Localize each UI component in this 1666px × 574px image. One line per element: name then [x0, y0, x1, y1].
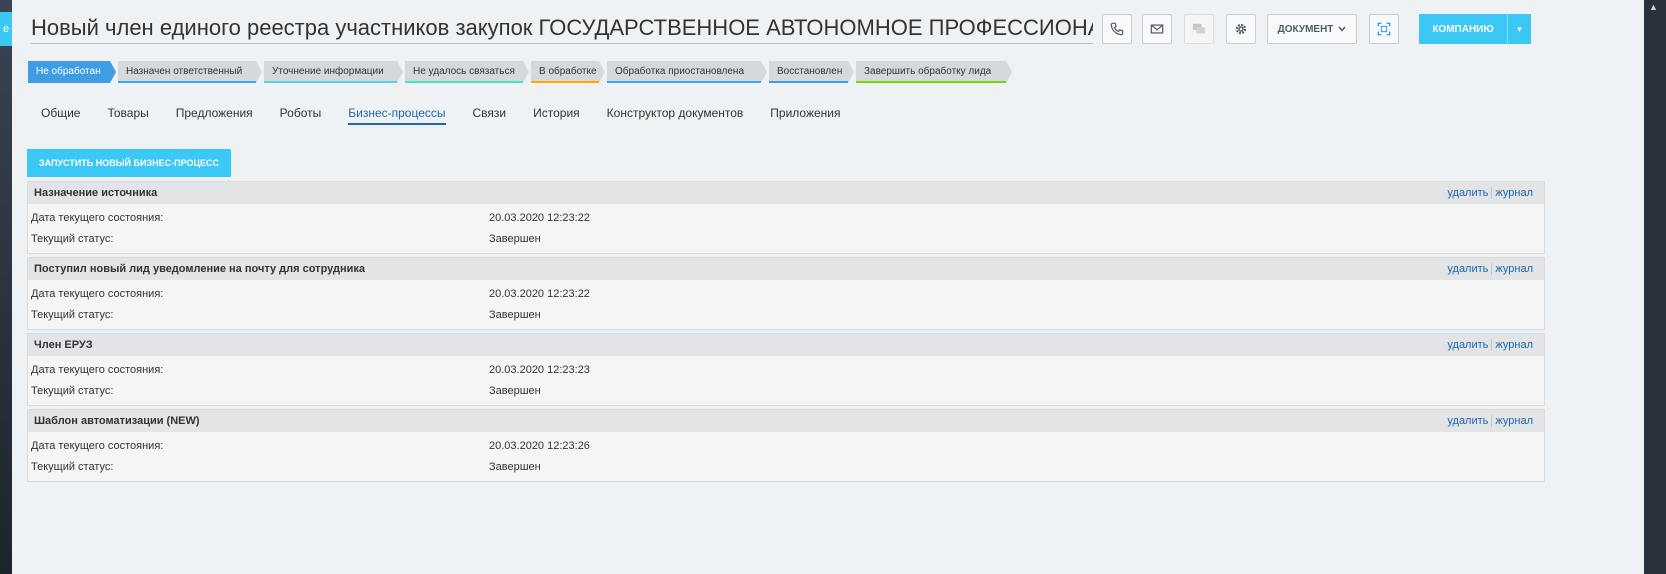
- stage-contact-failed[interactable]: Не удалось связаться: [405, 61, 529, 83]
- process-title: Шаблон автоматизации (NEW): [34, 415, 200, 427]
- log-link[interactable]: журнал: [1495, 187, 1533, 199]
- process-actions: удалить журнал: [1447, 187, 1533, 199]
- document-button[interactable]: ДОКУМЕНТ: [1267, 14, 1357, 44]
- tab-document-builder[interactable]: Конструктор документов: [607, 105, 744, 125]
- stage-clarification[interactable]: Уточнение информации: [264, 61, 403, 83]
- status-label: Текущий статус:: [31, 384, 114, 397]
- left-sidebar-strip: е: [0, 0, 12, 574]
- stage-assigned[interactable]: Назначен ответственный: [118, 61, 262, 83]
- link-separator: [1491, 415, 1493, 427]
- date-value: 20.03.2020 12:23:22: [489, 287, 590, 300]
- process-date-row: Дата текущего состояния: 20.03.2020 12:2…: [28, 435, 1544, 456]
- envelope-icon: [1150, 24, 1164, 34]
- status-label: Текущий статус:: [31, 460, 114, 473]
- link-separator: [1491, 263, 1493, 275]
- status-value: Завершен: [489, 384, 541, 397]
- right-scrollbar[interactable]: ▲: [1644, 0, 1666, 574]
- process-actions: удалить журнал: [1447, 263, 1533, 275]
- process-date-row: Дата текущего состояния: 20.03.2020 12:2…: [28, 359, 1544, 380]
- status-label: Текущий статус:: [31, 232, 114, 245]
- process-title: Назначение источника: [34, 187, 158, 199]
- tab-general[interactable]: Общие: [41, 105, 80, 125]
- company-button-label[interactable]: КОМПАНИЮ: [1419, 14, 1507, 44]
- date-label: Дата текущего состояния:: [31, 287, 164, 300]
- log-link[interactable]: журнал: [1495, 339, 1533, 351]
- process-title: Член ЕРУЗ: [34, 339, 93, 351]
- caret-down-icon: ▾: [1517, 23, 1522, 34]
- process-header: Назначение источника удалить журнал: [28, 182, 1544, 204]
- delete-link[interactable]: удалить: [1447, 187, 1488, 199]
- chevron-down-icon: [1338, 26, 1346, 32]
- process-status-row: Текущий статус: Завершен: [28, 380, 1544, 401]
- process-title: Поступил новый лид уведомление на почту …: [34, 263, 365, 275]
- tab-products[interactable]: Товары: [107, 105, 148, 125]
- tab-history[interactable]: История: [533, 105, 580, 125]
- page-title[interactable]: Новый член единого реестра участников за…: [31, 12, 1093, 44]
- process-list: Назначение источника удалить журнал Дата…: [27, 181, 1545, 485]
- stage-in-progress[interactable]: В обработке: [531, 61, 605, 83]
- status-value: Завершен: [489, 308, 541, 321]
- process-status-row: Текущий статус: Завершен: [28, 456, 1544, 477]
- tab-offers[interactable]: Предложения: [176, 105, 253, 125]
- date-value: 20.03.2020 12:23:23: [489, 363, 590, 376]
- status-value: Завершен: [489, 232, 541, 245]
- date-value: 20.03.2020 12:23:26: [489, 439, 590, 452]
- link-separator: [1491, 339, 1493, 351]
- email-button[interactable]: [1142, 14, 1172, 44]
- company-dropdown-arrow[interactable]: ▾: [1507, 14, 1531, 44]
- tab-business-processes[interactable]: Бизнес-процессы: [348, 105, 446, 125]
- process-block: Поступил новый лид уведомление на почту …: [27, 257, 1545, 330]
- start-business-process-button[interactable]: ЗАПУСТИТЬ НОВЫЙ БИЗНЕС-ПРОЦЕСС: [27, 149, 231, 177]
- tab-applications[interactable]: Приложения: [770, 105, 840, 125]
- delete-link[interactable]: удалить: [1447, 415, 1488, 427]
- chat-button[interactable]: [1184, 14, 1214, 44]
- document-button-label: ДОКУМЕНТ: [1277, 23, 1334, 35]
- chat-icon: [1192, 23, 1206, 34]
- process-header: Член ЕРУЗ удалить журнал: [28, 334, 1544, 356]
- process-actions: удалить журнал: [1447, 415, 1533, 427]
- process-status-row: Текущий статус: Завершен: [28, 304, 1544, 325]
- expand-button[interactable]: [1369, 14, 1399, 44]
- process-block: Шаблон автоматизации (NEW) удалить журна…: [27, 409, 1545, 482]
- log-link[interactable]: журнал: [1495, 415, 1533, 427]
- call-button[interactable]: [1102, 14, 1132, 44]
- process-header: Шаблон автоматизации (NEW) удалить журна…: [28, 410, 1544, 432]
- phone-icon: [1110, 22, 1124, 36]
- left-panel-tab[interactable]: е: [0, 12, 12, 46]
- log-link[interactable]: журнал: [1495, 263, 1533, 275]
- date-label: Дата текущего состояния:: [31, 211, 164, 224]
- delete-link[interactable]: удалить: [1447, 263, 1488, 275]
- date-label: Дата текущего состояния:: [31, 363, 164, 376]
- delete-link[interactable]: удалить: [1447, 339, 1488, 351]
- stage-suspended[interactable]: Обработка приостановлена: [607, 61, 767, 83]
- lead-card: Новый член единого реестра участников за…: [12, 0, 1644, 574]
- status-value: Завершен: [489, 460, 541, 473]
- date-value: 20.03.2020 12:23:22: [489, 211, 590, 224]
- process-header: Поступил новый лид уведомление на почту …: [28, 258, 1544, 280]
- scroll-up-arrow-icon[interactable]: ▲: [1649, 2, 1658, 12]
- card-tabs: Общие Товары Предложения Роботы Бизнес-п…: [41, 105, 868, 125]
- settings-button[interactable]: [1226, 14, 1256, 44]
- tab-links[interactable]: Связи: [473, 105, 507, 125]
- stage-finish[interactable]: Завершить обработку лида: [856, 61, 1012, 83]
- process-block: Член ЕРУЗ удалить журнал Дата текущего с…: [27, 333, 1545, 406]
- process-date-row: Дата текущего состояния: 20.03.2020 12:2…: [28, 283, 1544, 304]
- stage-restored[interactable]: Восстановлен: [769, 61, 854, 83]
- tab-robots[interactable]: Роботы: [280, 105, 322, 125]
- stage-not-processed[interactable]: Не обработан: [28, 61, 116, 83]
- process-status-row: Текущий статус: Завершен: [28, 228, 1544, 249]
- process-date-row: Дата текущего состояния: 20.03.2020 12:2…: [28, 207, 1544, 228]
- company-button[interactable]: КОМПАНИЮ ▾: [1419, 14, 1531, 44]
- fullscreen-icon: [1377, 22, 1391, 36]
- process-block: Назначение источника удалить журнал Дата…: [27, 181, 1545, 254]
- status-label: Текущий статус:: [31, 308, 114, 321]
- gear-icon: [1235, 23, 1247, 35]
- process-actions: удалить журнал: [1447, 339, 1533, 351]
- date-label: Дата текущего состояния:: [31, 439, 164, 452]
- link-separator: [1491, 187, 1493, 199]
- stage-bar: Не обработан Назначен ответственный Уточ…: [28, 61, 1014, 83]
